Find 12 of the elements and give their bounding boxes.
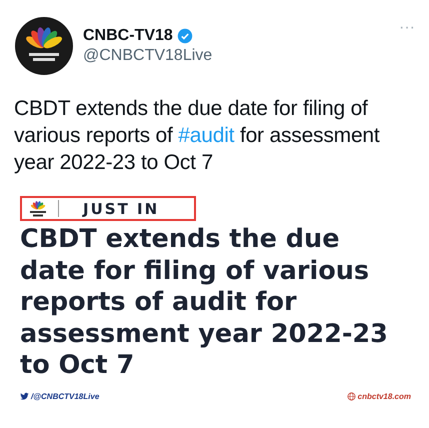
bird-icon [20,392,29,400]
avatar-logo-icon[interactable] [15,17,73,75]
tweet-text: CBDT extends the due date for filing of various reports of #audit for assessment year 2022-23 to Oct 7 [14,96,381,176]
author-name[interactable]: CNBC-TV18 [83,27,173,45]
author-handle[interactable]: @CNBCTV18Live [83,47,400,65]
footer-website: cnbctv18.com [358,392,411,400]
peacock-logo-icon [28,200,48,218]
tweet-image[interactable]: JUST IN CBDT extends the due date for filing of various reports of audit for assessment year 2022-23 to Oct 7 /@CNBCTV18Live cnbctv18.com [0,196,429,400]
footer-handle: /@CNBCTV18Live [31,392,100,400]
globe-icon [346,392,356,400]
just-in-label: JUST IN [83,200,160,218]
headline: CBDT extends the due date for filing of various reports of audit for assessment year 2022-23 to Oct 7 [20,224,389,382]
